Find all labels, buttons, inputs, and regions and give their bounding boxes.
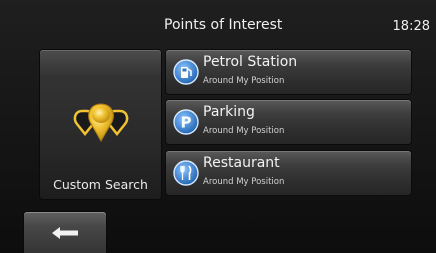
custom-search-label: Custom Search xyxy=(53,177,148,192)
clock: 18:28 xyxy=(392,19,430,34)
poi-item-sublabel: Around My Position xyxy=(203,177,285,187)
poi-item-parking[interactable]: P Parking Around My Position xyxy=(166,100,411,144)
custom-search-button[interactable]: Custom Search xyxy=(40,50,161,199)
poi-item-petrol-station[interactable]: Petrol Station Around My Position xyxy=(166,50,411,94)
back-button[interactable] xyxy=(24,212,106,253)
header-bar: Points of Interest 18:28 xyxy=(0,0,436,44)
pin-group-icon xyxy=(73,101,129,145)
poi-item-sublabel: Around My Position xyxy=(203,126,285,136)
poi-item-restaurant[interactable]: Restaurant Around My Position xyxy=(166,151,411,195)
poi-item-label: Restaurant xyxy=(203,155,280,171)
poi-item-label: Parking xyxy=(203,104,255,120)
poi-item-label: Petrol Station xyxy=(203,54,298,70)
back-arrow-icon xyxy=(52,227,78,239)
svg-text:P: P xyxy=(181,114,192,132)
poi-item-sublabel: Around My Position xyxy=(203,76,285,86)
parking-icon: P xyxy=(173,109,199,135)
fork-knife-icon xyxy=(173,160,199,186)
page-title: Points of Interest xyxy=(164,17,283,33)
petrol-pump-icon xyxy=(173,59,199,85)
navigation-screen: Points of Interest 18:28 Custom Search P… xyxy=(0,0,436,253)
